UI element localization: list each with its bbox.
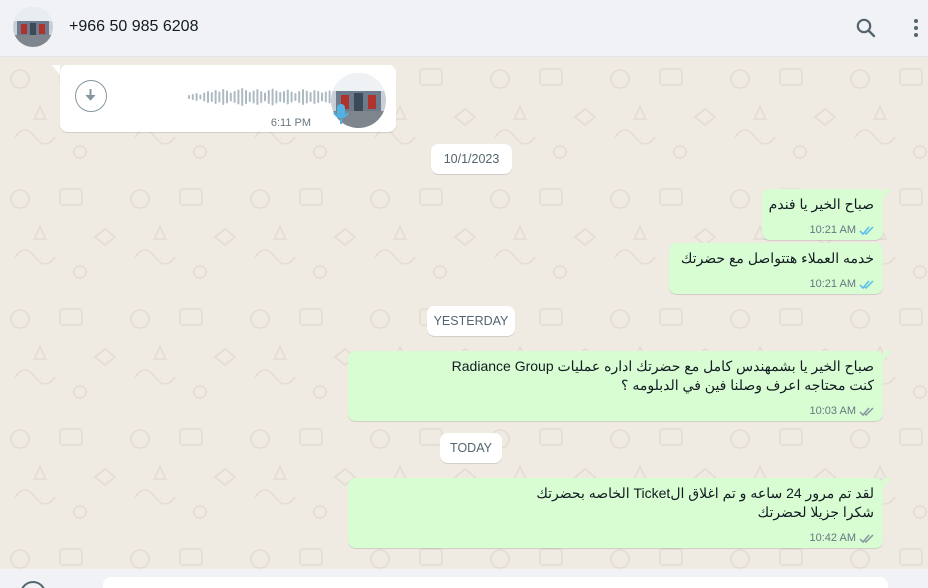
chat-header: +966 50 985 6208 (0, 0, 928, 57)
composer-bar (0, 569, 928, 588)
message-input[interactable] (103, 577, 888, 588)
waveform-bar (275, 90, 278, 104)
message-meta: 10:21 AM (810, 224, 875, 236)
emoji-icon[interactable] (20, 581, 46, 588)
waveform-bar (210, 92, 213, 102)
waveform-bar (286, 89, 289, 105)
read-receipt-icon (859, 225, 874, 235)
waveform-bar (252, 90, 255, 104)
message-meta: 10:03 AM (810, 405, 875, 417)
waveform-bar (302, 89, 304, 105)
waveform-bar (191, 94, 194, 100)
conversation-panel[interactable]: 6:11 PM 10/1/2023 صباح الخير يا فندم 10:… (0, 57, 928, 569)
waveform-bar (264, 92, 266, 102)
waveform-bar (188, 95, 190, 99)
waveform-bar (267, 90, 270, 104)
message-text: لقد تم مرور 24 ساعه و تم اغلاق الTicket … (536, 485, 874, 520)
message-meta: 10:21 AM (810, 278, 875, 290)
waveform-bar (233, 91, 236, 103)
waveform-bar (321, 92, 323, 102)
waveform-bar (195, 93, 198, 101)
waveform-bar (207, 91, 209, 103)
download-icon[interactable] (75, 80, 107, 112)
waveform-bar (229, 92, 232, 102)
waveform-bar (309, 92, 312, 102)
bubble-tail (883, 478, 891, 488)
outgoing-message[interactable]: صباح الخير يا فندم 10:21 AM (762, 189, 891, 240)
message-meta: 10:42 AM (810, 532, 875, 544)
waveform-bar (305, 90, 308, 104)
search-icon[interactable] (854, 16, 878, 40)
waveform-bar (245, 90, 247, 104)
delivered-receipt-icon (859, 406, 874, 416)
waveform-bar (294, 93, 297, 101)
outgoing-message[interactable]: صباح الخير يا بشمهندس كامل مع حضرتك ادار… (348, 351, 891, 421)
date-separator: YESTERDAY (427, 306, 515, 336)
outgoing-message[interactable]: لقد تم مرور 24 ساعه و تم اغلاق الTicket … (348, 478, 891, 548)
waveform-bar (214, 90, 217, 104)
waveform-bar (248, 92, 251, 102)
outgoing-message[interactable]: خدمه العملاء هتتواصل مع حضرتك 10:21 AM (669, 243, 883, 294)
waveform-bar (199, 94, 202, 100)
waveform-bar (298, 91, 301, 103)
date-separator: 10/1/2023 (431, 144, 512, 174)
waveform-bar (260, 91, 263, 103)
menu-vertical-icon[interactable] (904, 16, 928, 40)
waveform-bar (283, 91, 285, 103)
waveform-bar (237, 89, 240, 105)
message-text: صباح الخير يا فندم (768, 196, 874, 212)
read-receipt-icon (859, 279, 874, 289)
message-text: خدمه العملاء هتتواصل مع حضرتك (680, 250, 874, 266)
contact-avatar[interactable] (13, 7, 53, 47)
waveform-bar (226, 90, 228, 104)
date-separator: TODAY (440, 433, 502, 463)
waveform-bar (317, 91, 320, 103)
message-text: صباح الخير يا بشمهندس كامل مع حضرتك ادار… (451, 358, 874, 393)
waveform-bar (203, 92, 206, 102)
bubble-tail (883, 189, 891, 199)
waveform-bar (256, 89, 259, 105)
waveform-bar (222, 89, 225, 105)
contact-name[interactable]: +966 50 985 6208 (69, 18, 198, 36)
waveform-bar (241, 88, 244, 106)
mic-icon (332, 102, 350, 129)
waveform-bar (324, 91, 327, 103)
waveform-bar (279, 92, 282, 102)
waveform-bar (218, 91, 221, 103)
message-time: 6:11 PM (270, 117, 311, 129)
bubble-tail (52, 65, 60, 75)
delivered-receipt-icon (859, 533, 874, 543)
waveform-bar (290, 91, 293, 103)
waveform-bar (271, 88, 274, 106)
waveform-bar (313, 90, 316, 104)
bubble-tail (883, 351, 891, 361)
voice-message[interactable]: 6:11 PM (52, 65, 396, 132)
